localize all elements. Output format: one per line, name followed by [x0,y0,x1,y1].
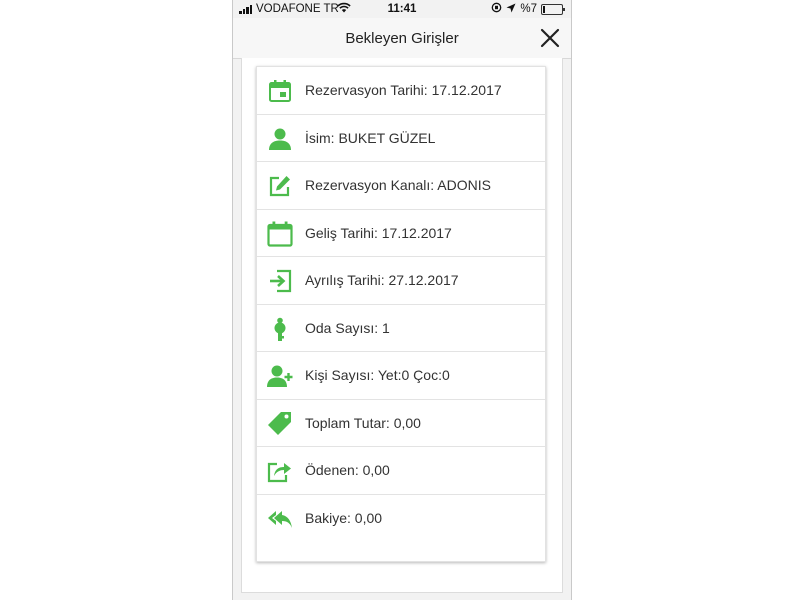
row-paid: Ödenen: 0,00 [257,447,545,495]
row-person-count: Kişi Sayısı: Yet:0 Çoc:0 [257,352,545,400]
content-panel: Rezervasyon Tarihi: 17.12.2017 İsim: BUK… [241,58,563,593]
row-text: Oda Sayısı: 1 [305,319,390,336]
battery-percent: %7 [520,3,537,15]
sign-in-icon [267,268,293,294]
status-bar: VODAFONE TR 11:41 %7 [233,0,571,18]
orientation-lock-icon [491,2,502,16]
row-departure-date: Ayrılış Tarihi: 27.12.2017 [257,257,545,305]
page-title: Bekleyen Girişler [345,30,459,47]
row-text: Geliş Tarihi: 17.12.2017 [305,224,452,241]
row-reservation-date: Rezervasyon Tarihi: 17.12.2017 [257,67,545,115]
battery-icon [541,3,565,15]
calendar-arrival-icon [267,221,293,247]
location-icon [506,3,516,16]
row-text: Rezervasyon Tarihi: 17.12.2017 [305,82,502,98]
status-right: %7 [491,2,565,16]
calendar-icon [267,78,293,104]
row-text: Kişi Sayısı: Yet:0 Çoc:0 [305,367,450,383]
row-name: İsim: BUKET GÜZEL [257,115,545,162]
tag-icon [267,411,293,437]
edit-icon [267,173,293,199]
row-text: Toplam Tutar: 0,00 [305,414,421,431]
row-text: Ödenen: 0,00 [305,462,390,478]
share-icon [267,458,293,484]
user-plus-icon [267,363,293,389]
phone-screen: VODAFONE TR 11:41 %7 Bekleyen Girişler R… [232,0,572,600]
row-balance: Bakiye: 0,00 [257,495,545,542]
reply-all-icon [267,506,293,532]
row-total-amount: Toplam Tutar: 0,00 [257,400,545,447]
user-icon [267,126,293,152]
reservation-card: Rezervasyon Tarihi: 17.12.2017 İsim: BUK… [256,66,546,562]
row-text: Ayrılış Tarihi: 27.12.2017 [305,272,459,288]
row-text: Rezervasyon Kanalı: ADONIS [305,177,491,193]
row-channel: Rezervasyon Kanalı: ADONIS [257,162,545,210]
row-room-count: Oda Sayısı: 1 [257,305,545,352]
row-arrival-date: Geliş Tarihi: 17.12.2017 [257,210,545,257]
key-icon [267,316,293,342]
row-text: İsim: BUKET GÜZEL [305,129,436,146]
nav-bar: Bekleyen Girişler [233,18,571,59]
close-button[interactable] [539,27,561,49]
close-icon[interactable] [539,27,561,49]
row-text: Bakiye: 0,00 [305,509,383,526]
